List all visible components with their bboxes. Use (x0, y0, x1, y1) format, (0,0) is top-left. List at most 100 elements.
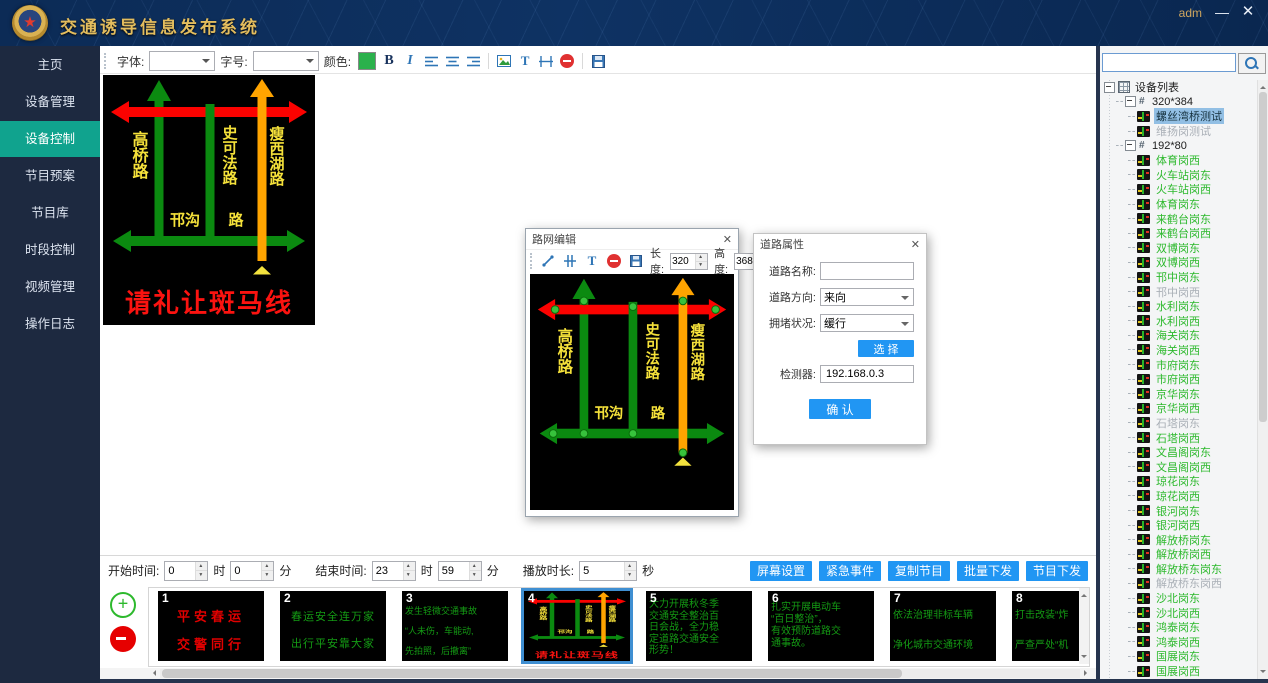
tree-node[interactable]: 鸿泰岗东 (1102, 620, 1256, 635)
program-thumbnail-1[interactable]: 1 平安春运 交警同行 (158, 591, 264, 661)
tree-node-label[interactable]: 设备列表 (1133, 80, 1181, 95)
save-icon[interactable] (628, 252, 644, 270)
remove-program-button[interactable] (110, 626, 136, 652)
spinner-arrows[interactable] (624, 562, 636, 580)
node-tool-icon[interactable] (562, 252, 578, 270)
tree-node[interactable]: 琼花岗西 (1102, 489, 1256, 504)
tree-node[interactable]: 来鹤台岗东 (1102, 211, 1256, 226)
delete-element-icon[interactable] (559, 52, 575, 70)
emergency-event-button[interactable]: 紧急事件 (819, 561, 881, 581)
tree-node[interactable]: 邗中岗东 (1102, 270, 1256, 285)
tree-node[interactable]: 银河岗西 (1102, 518, 1256, 533)
program-thumbnail-2[interactable]: 2 春运安全连万家 出行平安靠大家 (280, 591, 386, 661)
font-select[interactable] (149, 51, 215, 71)
dialog-titlebar[interactable]: 路网编辑 ✕ (526, 229, 738, 249)
tree-node-label[interactable]: 邗中岗西 (1154, 284, 1202, 300)
tree-node-label[interactable]: 海关岗东 (1154, 327, 1202, 343)
road-name-field[interactable] (820, 262, 914, 280)
tree-node-label[interactable]: 水利岗东 (1154, 298, 1202, 314)
send-program-button[interactable]: 节目下发 (1026, 561, 1088, 581)
color-swatch[interactable] (358, 52, 376, 70)
font-size-select[interactable] (253, 51, 319, 71)
detector-field[interactable] (820, 365, 914, 383)
tree-node[interactable]: 市府岗西 (1102, 372, 1256, 387)
strip-vertical-scrollbar[interactable] (1079, 588, 1089, 664)
tree-node-label[interactable]: 体育岗西 (1154, 152, 1202, 168)
tree-node-label[interactable]: 银河岗西 (1154, 517, 1202, 533)
tree-node-label[interactable]: 解放桥东岗东 (1154, 561, 1224, 577)
tree-node[interactable]: 设备列表 (1102, 80, 1256, 95)
spinner-arrows[interactable] (695, 254, 707, 269)
tree-node-label[interactable]: 鸿泰岗东 (1154, 619, 1202, 635)
tree-node[interactable]: 水利岗东 (1102, 299, 1256, 314)
tree-node[interactable]: 石塔岗东 (1102, 416, 1256, 431)
logged-in-user[interactable]: adm (1179, 6, 1202, 20)
tree-node[interactable]: 192*80 (1102, 138, 1256, 153)
tree-node[interactable]: 解放桥岗西 (1102, 547, 1256, 562)
program-thumbnail-4-selected[interactable]: 4 (524, 591, 630, 661)
tree-node[interactable]: 沙北岗东 (1102, 591, 1256, 606)
tree-node[interactable]: 京华岗西 (1102, 401, 1256, 416)
save-icon[interactable] (590, 52, 606, 70)
spinner-arrows[interactable] (469, 562, 481, 580)
program-thumbnail-3[interactable]: 3 发生轻微交通事故 “人未伤，车能动, 先拍照，后撤离” (402, 591, 508, 661)
tree-node-label[interactable]: 琼花岗东 (1154, 473, 1202, 489)
tree-node[interactable]: 来鹤台岗西 (1102, 226, 1256, 241)
tree-node-label[interactable]: 解放桥岗西 (1154, 546, 1213, 562)
road-direction-select[interactable]: 来向 (820, 288, 914, 306)
tree-node-label[interactable]: 文昌阁岗东 (1154, 444, 1213, 460)
tree-node-label[interactable]: 邗中岗东 (1154, 269, 1202, 285)
scroll-right-icon[interactable] (1084, 670, 1090, 676)
tree-node[interactable]: 双博岗东 (1102, 241, 1256, 256)
start-minute-spinner[interactable] (230, 561, 274, 581)
tree-node-label[interactable]: 双博岗西 (1154, 254, 1202, 270)
tree-node[interactable]: 国展岗西 (1102, 664, 1256, 679)
dialog-titlebar[interactable]: 道路属性 ✕ (754, 234, 926, 254)
close-icon[interactable]: ✕ (911, 238, 920, 251)
tree-node-label[interactable]: 来鹤台岗东 (1154, 211, 1213, 227)
align-left-icon[interactable] (423, 52, 439, 70)
tree-expander-icon[interactable] (1125, 140, 1136, 151)
tree-node-label[interactable]: 水利岗西 (1154, 313, 1202, 329)
tree-node[interactable]: 体育岗西 (1102, 153, 1256, 168)
sidebar-item-program-library[interactable]: 节目库 (0, 195, 100, 231)
tree-node[interactable]: 体育岗东 (1102, 197, 1256, 212)
tree-vertical-scrollbar[interactable] (1257, 80, 1268, 679)
minimize-button[interactable]: — (1212, 2, 1232, 22)
align-right-icon[interactable] (465, 52, 481, 70)
tree-node[interactable]: 邗中岗西 (1102, 284, 1256, 299)
select-detector-button[interactable]: 选 择 (858, 340, 914, 357)
tree-node-label[interactable]: 螺丝湾桥测试 (1154, 108, 1224, 124)
start-hour-input[interactable] (165, 562, 195, 580)
tree-node[interactable]: 鸿泰岗西 (1102, 635, 1256, 650)
italic-button[interactable]: I (402, 52, 418, 70)
tree-node-label[interactable]: 192*80 (1150, 140, 1189, 152)
tree-node-label[interactable]: 320*384 (1150, 96, 1195, 108)
device-search-input[interactable] (1102, 53, 1236, 72)
tree-node[interactable]: 琼花岗东 (1102, 474, 1256, 489)
program-canvas[interactable]: 路网编辑 ✕ T 长度: (100, 74, 1096, 555)
tree-node[interactable]: 双博岗西 (1102, 255, 1256, 270)
tree-node[interactable]: 解放桥岗东 (1102, 532, 1256, 547)
bold-button[interactable]: B (381, 52, 397, 70)
delete-element-icon[interactable] (606, 252, 622, 270)
road-name-input[interactable] (824, 264, 910, 278)
batch-send-button[interactable]: 批量下发 (957, 561, 1019, 581)
tree-node-label[interactable]: 银河岗东 (1154, 503, 1202, 519)
tree-node[interactable]: 320*384 (1102, 95, 1256, 110)
tree-node[interactable]: 石塔岗西 (1102, 430, 1256, 445)
road-network-canvas[interactable] (530, 274, 734, 510)
tree-node[interactable]: 火车站岗东 (1102, 168, 1256, 183)
tree-node[interactable]: 螺丝湾桥测试 (1102, 109, 1256, 124)
tree-node-label[interactable]: 琼花岗西 (1154, 488, 1202, 504)
sidebar-item-time-control[interactable]: 时段控制 (0, 232, 100, 268)
end-hour-spinner[interactable] (372, 561, 416, 581)
tree-node[interactable]: 海关岗东 (1102, 328, 1256, 343)
add-program-button[interactable] (110, 592, 136, 618)
scrollbar-thumb[interactable] (1259, 92, 1267, 422)
start-hour-spinner[interactable] (164, 561, 208, 581)
tree-node[interactable]: 解放桥东岗西 (1102, 576, 1256, 591)
strip-horizontal-scrollbar[interactable] (100, 668, 1096, 679)
tree-node-label[interactable]: 石塔岗西 (1154, 430, 1202, 446)
tree-node-label[interactable]: 市府岗东 (1154, 357, 1202, 373)
